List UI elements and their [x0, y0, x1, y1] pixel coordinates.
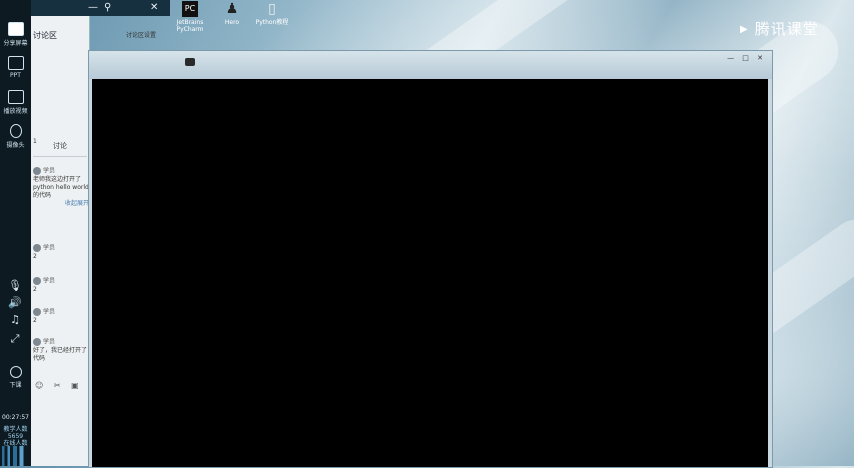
- toolbar-label: PPT: [10, 72, 21, 79]
- share-screen-icon: [7, 22, 24, 36]
- avatar: [33, 308, 41, 316]
- play-video-button[interactable]: 播放视频: [0, 90, 31, 115]
- ppt-button[interactable]: PPT: [0, 56, 31, 79]
- chat-settings-link[interactable]: 讨论区设置: [126, 30, 156, 39]
- window-controls[interactable]: — □ ✕: [727, 54, 766, 62]
- power-icon: [9, 366, 22, 378]
- chat-message-body: 1: [33, 138, 37, 145]
- brand-name: 腾讯课堂: [754, 20, 819, 38]
- share-screen-button[interactable]: 分享屏幕: [0, 22, 31, 47]
- desktop-icon-doc[interactable]: ▯ Python教程: [252, 1, 292, 26]
- chat-message: 学员 2: [33, 244, 89, 261]
- chat-message-body: 2: [33, 285, 37, 293]
- toolbar-label: 分享屏幕: [3, 40, 28, 47]
- ppt-icon: [7, 56, 24, 70]
- desktop-icon-label: Hero: [224, 19, 240, 26]
- chat-sender: 学员: [43, 244, 56, 252]
- desktop-icon-label: JetBrains PyCharm: [176, 19, 204, 33]
- chat-message: 学员 好了，我已经打开了代码: [33, 338, 89, 363]
- chat-title: 讨论区: [33, 31, 57, 40]
- live-stats: 教学人数 5659 在线人数: [0, 426, 31, 447]
- desktop-icon-app[interactable]: ♟ Hero: [212, 1, 252, 26]
- chat-tools[interactable]: ☺ ✂ ▣: [35, 381, 83, 390]
- document-icon: ▯: [268, 1, 276, 17]
- shared-window: — □ ✕: [88, 50, 773, 468]
- stats-value: 5659: [7, 433, 24, 440]
- discussion-panel: 讨论区 讨论 1 学员 老师我这边打开了 python hello world …: [31, 16, 90, 466]
- avatar: [33, 338, 41, 346]
- classroom-toolbar: 分享屏幕 PPT 播放视频 摄像头 🎙 🔊 ♫ ⤢ 下课 00:27:57 教学…: [0, 0, 31, 466]
- app-icon: ♟: [225, 1, 239, 17]
- pycharm-icon: PC: [182, 1, 198, 17]
- chat-sender: 学员: [43, 338, 56, 346]
- pin-icon[interactable]: ⚲: [104, 2, 111, 13]
- chat-message-body: 2: [33, 252, 37, 260]
- chat-message: 学员 2: [33, 277, 89, 294]
- end-class-button[interactable]: 下课: [0, 366, 31, 389]
- chat-message-body: 老师我这边打开了 python hello world 的代码: [33, 175, 89, 199]
- tab-divider: [33, 156, 87, 157]
- chat-message: 学员 2: [33, 308, 89, 325]
- chat-message: 1: [33, 138, 89, 146]
- desktop-icon-pycharm[interactable]: PC JetBrains PyCharm: [170, 1, 210, 33]
- toolbar-label: 播放视频: [3, 108, 28, 115]
- window-titlebar[interactable]: — □ ✕: [89, 51, 772, 79]
- camera-button[interactable]: 摄像头: [0, 124, 31, 149]
- music-icon[interactable]: ♫: [6, 313, 24, 326]
- minimize-icon[interactable]: —: [88, 2, 98, 13]
- chat-sender: 学员: [43, 167, 56, 175]
- speaker-icon[interactable]: 🔊: [6, 296, 24, 309]
- expand-icon[interactable]: ⤢: [6, 332, 24, 346]
- brand-logo: ▶ 腾讯课堂: [740, 18, 819, 39]
- chat-message: 学员 老师我这边打开了 python hello world 的代码 收起展开: [33, 167, 89, 208]
- video-icon: [7, 90, 24, 104]
- close-icon[interactable]: ✕: [150, 2, 158, 13]
- avatar: [33, 277, 41, 285]
- expand-link[interactable]: 收起展开: [33, 200, 89, 208]
- window-content[interactable]: [92, 79, 768, 467]
- toolbar-label: 下课: [9, 382, 22, 389]
- avatar: [33, 244, 41, 252]
- stats-label: 教学人数: [3, 426, 28, 433]
- camera-icon: [9, 124, 22, 138]
- chat-message-body: 好了，我已经打开了代码: [33, 346, 88, 362]
- window-app-icon: [185, 58, 195, 66]
- mic-icon[interactable]: 🎙: [6, 279, 24, 292]
- avatar: [33, 167, 41, 175]
- chat-sender: 学员: [43, 277, 56, 285]
- desktop-icon-label: Python教程: [255, 19, 289, 26]
- class-timer: 00:27:57: [2, 414, 29, 421]
- chat-sender: 学员: [43, 308, 56, 316]
- audio-level-graphic: [2, 446, 29, 466]
- toolbar-label: 摄像头: [6, 142, 25, 149]
- chat-message-body: 2: [33, 316, 37, 324]
- play-icon: ▶: [740, 24, 749, 35]
